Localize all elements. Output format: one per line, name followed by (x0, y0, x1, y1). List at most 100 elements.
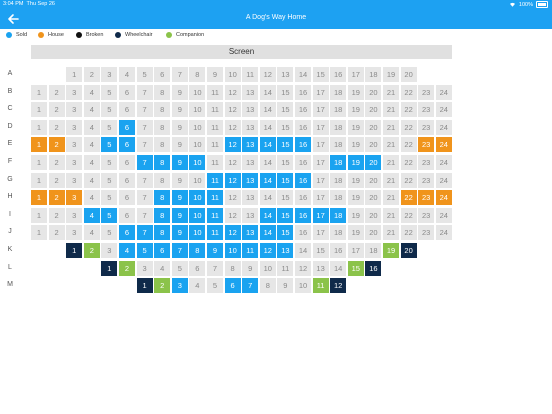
seat-d-19[interactable]: 19 (347, 119, 364, 135)
seat-f-12[interactable]: 12 (224, 155, 241, 170)
seat-m-8[interactable]: 8 (259, 278, 276, 294)
seat-c-14[interactable]: 14 (259, 102, 276, 118)
seat-e-4[interactable]: 4 (83, 137, 100, 153)
seat-d-22[interactable]: 22 (400, 119, 417, 135)
seat-f-14[interactable]: 14 (259, 155, 276, 170)
seat-d-1[interactable]: 1 (31, 119, 47, 135)
seat-f-3[interactable]: 3 (66, 155, 83, 170)
seat-a-3[interactable]: 3 (101, 67, 118, 82)
seat-a-4[interactable]: 4 (119, 67, 135, 82)
seat-l-8[interactable]: 8 (224, 260, 241, 276)
seat-g-17[interactable]: 17 (312, 172, 329, 188)
seat-g-21[interactable]: 21 (383, 172, 399, 188)
seat-e-18[interactable]: 18 (330, 137, 347, 153)
seat-c-4[interactable]: 4 (83, 102, 100, 118)
seat-b-14[interactable]: 14 (259, 84, 276, 100)
seat-h-14[interactable]: 14 (259, 190, 276, 206)
seat-e-19[interactable]: 19 (347, 137, 364, 153)
seat-f-17[interactable]: 17 (312, 155, 329, 170)
seat-a-19[interactable]: 19 (383, 67, 399, 82)
seat-e-10[interactable]: 10 (189, 137, 206, 153)
seat-h-18[interactable]: 18 (330, 190, 347, 206)
seat-d-10[interactable]: 10 (189, 119, 206, 135)
seat-j-17[interactable]: 17 (312, 225, 329, 241)
seat-c-19[interactable]: 19 (347, 102, 364, 118)
seat-h-19[interactable]: 19 (347, 190, 364, 206)
seat-d-15[interactable]: 15 (277, 119, 294, 135)
seat-j-4[interactable]: 4 (83, 225, 100, 241)
seat-b-5[interactable]: 5 (101, 84, 118, 100)
seat-b-11[interactable]: 11 (207, 84, 223, 100)
seat-h-17[interactable]: 17 (312, 190, 329, 206)
seat-c-8[interactable]: 8 (154, 102, 171, 118)
seat-g-18[interactable]: 18 (330, 172, 347, 188)
seat-f-6[interactable]: 6 (119, 155, 135, 170)
seat-k-14[interactable]: 14 (295, 243, 311, 258)
seat-i-20[interactable]: 20 (365, 207, 382, 223)
seat-i-1[interactable]: 1 (31, 207, 47, 223)
seat-b-10[interactable]: 10 (189, 84, 206, 100)
seat-a-5[interactable]: 5 (136, 67, 153, 82)
seat-l-10[interactable]: 10 (259, 260, 276, 276)
seat-e-22[interactable]: 22 (400, 137, 417, 153)
seat-f-22[interactable]: 22 (400, 155, 417, 170)
seat-j-1[interactable]: 1 (31, 225, 47, 241)
seat-h-7[interactable]: 7 (136, 190, 153, 206)
seat-a-16[interactable]: 16 (330, 67, 347, 82)
seat-l-12[interactable]: 12 (295, 260, 311, 276)
seat-k-3[interactable]: 3 (101, 243, 118, 258)
seat-d-24[interactable]: 24 (435, 119, 452, 135)
seat-l-5[interactable]: 5 (171, 260, 188, 276)
seat-d-2[interactable]: 2 (48, 119, 65, 135)
seat-d-8[interactable]: 8 (154, 119, 171, 135)
seat-c-24[interactable]: 24 (435, 102, 452, 118)
seat-b-3[interactable]: 3 (66, 84, 83, 100)
seat-h-15[interactable]: 15 (277, 190, 294, 206)
seat-d-16[interactable]: 16 (295, 119, 311, 135)
seat-h-21[interactable]: 21 (383, 190, 399, 206)
seat-e-11[interactable]: 11 (207, 137, 223, 153)
seat-b-9[interactable]: 9 (171, 84, 188, 100)
seat-d-13[interactable]: 13 (242, 119, 259, 135)
seat-a-11[interactable]: 11 (242, 67, 259, 82)
seat-c-7[interactable]: 7 (136, 102, 153, 118)
seat-g-23[interactable]: 23 (418, 172, 435, 188)
seat-h-16[interactable]: 16 (295, 190, 311, 206)
seat-c-10[interactable]: 10 (189, 102, 206, 118)
seat-b-17[interactable]: 17 (312, 84, 329, 100)
seat-a-15[interactable]: 15 (312, 67, 329, 82)
seat-g-7[interactable]: 7 (136, 172, 153, 188)
seat-b-15[interactable]: 15 (277, 84, 294, 100)
seat-g-4[interactable]: 4 (83, 172, 100, 188)
seat-h-13[interactable]: 13 (242, 190, 259, 206)
seat-m-5[interactable]: 5 (207, 278, 223, 294)
seat-h-20[interactable]: 20 (365, 190, 382, 206)
seat-c-15[interactable]: 15 (277, 102, 294, 118)
seat-i-23[interactable]: 23 (418, 207, 435, 223)
seat-b-23[interactable]: 23 (418, 84, 435, 100)
seat-l-3[interactable]: 3 (136, 260, 153, 276)
seat-j-21[interactable]: 21 (383, 225, 399, 241)
seat-c-22[interactable]: 22 (400, 102, 417, 118)
seat-b-19[interactable]: 19 (347, 84, 364, 100)
seat-b-21[interactable]: 21 (383, 84, 399, 100)
seat-i-12[interactable]: 12 (224, 207, 241, 223)
seat-g-24[interactable]: 24 (435, 172, 452, 188)
seat-c-9[interactable]: 9 (171, 102, 188, 118)
seat-h-5[interactable]: 5 (101, 190, 118, 206)
seat-c-1[interactable]: 1 (31, 102, 47, 118)
seat-g-5[interactable]: 5 (101, 172, 118, 188)
seat-b-20[interactable]: 20 (365, 84, 382, 100)
seat-b-4[interactable]: 4 (83, 84, 100, 100)
seat-d-17[interactable]: 17 (312, 119, 329, 135)
seat-d-7[interactable]: 7 (136, 119, 153, 135)
seat-b-18[interactable]: 18 (330, 84, 347, 100)
seat-h-6[interactable]: 6 (119, 190, 135, 206)
seat-b-13[interactable]: 13 (242, 84, 259, 100)
seat-g-1[interactable]: 1 (31, 172, 47, 188)
seat-c-23[interactable]: 23 (418, 102, 435, 118)
seat-d-14[interactable]: 14 (259, 119, 276, 135)
seat-g-20[interactable]: 20 (365, 172, 382, 188)
seat-c-11[interactable]: 11 (207, 102, 223, 118)
seat-k-17[interactable]: 17 (347, 243, 364, 258)
